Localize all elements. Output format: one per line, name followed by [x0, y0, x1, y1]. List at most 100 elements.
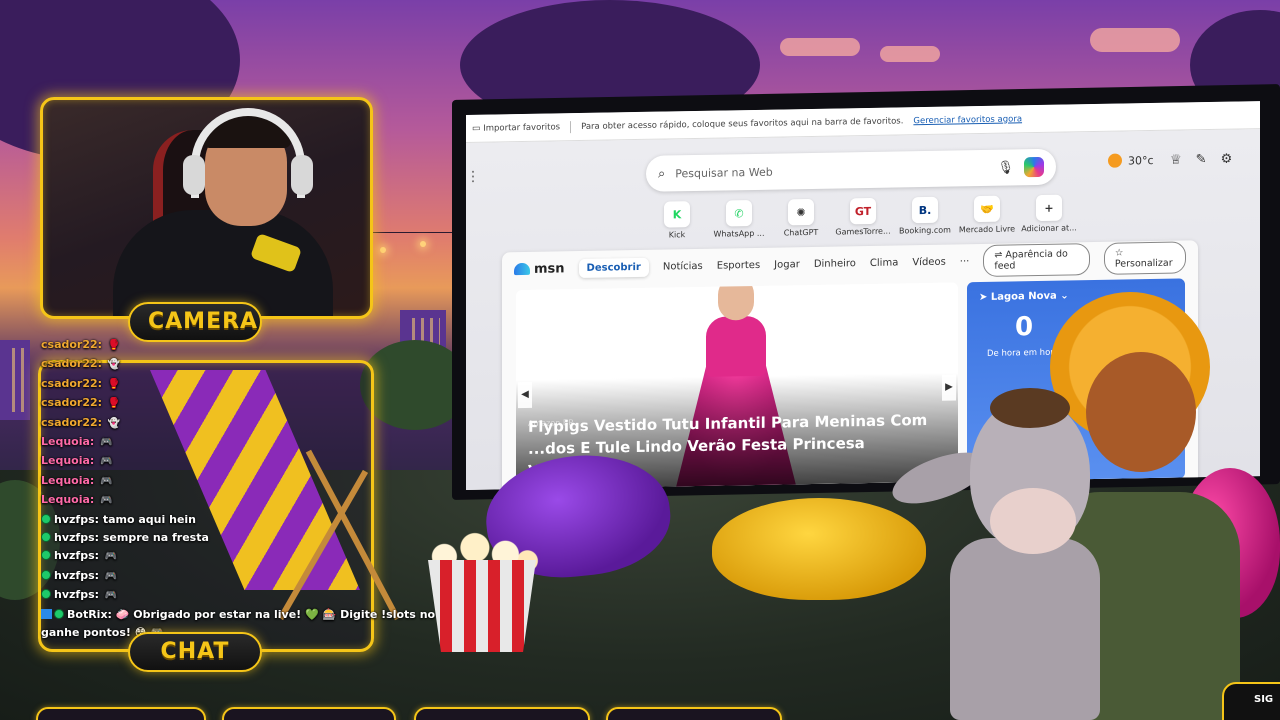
weather-widget[interactable]: 30°c — [1108, 153, 1154, 168]
subscriber-badge-icon — [41, 513, 51, 524]
location-arrow-icon: ➤ — [979, 291, 988, 304]
edit-icon[interactable]: ✎ — [1196, 152, 1207, 167]
web-search-box[interactable]: ⌕ Pesquisar na Web 🎙 — [646, 148, 1056, 192]
chat-message: hvzfps: tamo aqui hein — [41, 511, 461, 529]
tab-jogar[interactable]: Jogar — [774, 259, 800, 270]
chat-username[interactable]: Lequoia: — [41, 435, 94, 448]
chat-username[interactable]: hvzfps: — [54, 569, 99, 582]
manage-favorites-link[interactable]: Gerenciar favoritos agora — [913, 114, 1022, 126]
chat-username[interactable]: hvzfps: — [54, 549, 99, 562]
quick-link-icon: + — [1036, 194, 1062, 222]
microphone-icon[interactable]: 🎙 — [997, 160, 1014, 175]
chat-username[interactable]: hvzfps: — [54, 513, 99, 526]
chat-username[interactable]: Lequoia: — [41, 493, 94, 506]
subscriber-badge-icon — [41, 569, 51, 580]
chat-username[interactable]: csador22: — [41, 416, 102, 429]
copilot-icon[interactable] — [1024, 156, 1044, 178]
bot-badge-icon — [41, 608, 52, 619]
search-icon: ⌕ — [658, 166, 666, 182]
msn-logo[interactable]: msn — [514, 261, 565, 277]
tab-noticias[interactable]: Notícias — [663, 260, 703, 272]
chat-username[interactable]: Lequoia: — [41, 474, 94, 487]
quick-link-label: WhatsApp ... — [713, 228, 765, 239]
subscriber-badge-icon — [41, 550, 51, 561]
tab-esportes[interactable]: Esportes — [717, 259, 760, 271]
chat-username[interactable]: csador22: — [41, 396, 102, 409]
sliders-icon: ⇌ — [994, 249, 1003, 261]
chat-message: BotRix: 🧼 Obrigado por estar na live! 💚 … — [41, 606, 477, 624]
chat-message: hvzfps: sempre na fresta — [41, 529, 461, 547]
chat-username[interactable]: hvzfps: — [54, 531, 99, 544]
chat-username[interactable]: csador22: — [41, 338, 102, 351]
tab-clima[interactable]: Clima — [870, 257, 898, 268]
headset-cup — [183, 155, 205, 195]
chat-messages: csador22: 🥊 csador22: 👻 csador22: 🥊 csador2… — [41, 336, 477, 643]
subscriber-badge-icon — [54, 608, 64, 619]
chat-emote-icon: 🥊 — [107, 378, 121, 390]
tab-descobrir[interactable]: Descobrir — [578, 257, 649, 278]
tab-dinheiro[interactable]: Dinheiro — [814, 258, 856, 270]
chat-emote-icon: 🎮 — [104, 590, 118, 602]
quick-link-tile[interactable]: K Kick — [646, 201, 708, 240]
chat-emote-icon: 🎮 — [104, 570, 118, 582]
feed-appearance-button[interactable]: ⇌ Aparência do feed — [983, 243, 1090, 277]
quick-link-label: Mercado Livre — [958, 224, 1016, 235]
corner-panel: SIG — [1222, 682, 1280, 720]
chat-message: Lequoia: 🎮 — [41, 491, 461, 510]
import-favorites-link[interactable]: ▭ Importar favoritos — [472, 122, 560, 134]
tab-videos[interactable]: Vídeos — [912, 256, 945, 268]
chat-emote-icon: 👻 — [107, 359, 121, 371]
chat-message: csador22: 👻 — [41, 355, 461, 374]
quick-link-icon: ✺ — [788, 198, 814, 226]
quick-link-tile[interactable]: 🤝 Mercado Livre — [956, 195, 1018, 234]
folder-icon: ▭ — [472, 123, 481, 134]
chat-username[interactable]: csador22: — [41, 357, 102, 370]
more-tabs-button[interactable]: ··· — [960, 256, 970, 267]
quick-link-label: Kick — [668, 230, 686, 240]
webcam-frame — [40, 97, 373, 319]
star-icon: ☆ — [1114, 247, 1124, 259]
chat-username[interactable]: BotRix: — [67, 608, 112, 621]
personalize-button[interactable]: ☆ Personalizar — [1103, 241, 1186, 275]
headset-icon — [191, 108, 305, 198]
corner-text: SIG — [1254, 694, 1274, 705]
search-input[interactable]: Pesquisar na Web — [675, 161, 987, 180]
chat-emote-icon: 🎮 — [104, 551, 118, 563]
quick-link-tile[interactable]: ✺ ChatGPT — [770, 198, 832, 238]
bottom-panel — [222, 707, 396, 720]
divider — [570, 120, 572, 133]
cloud — [880, 46, 940, 62]
quick-link-icon: GT — [850, 197, 876, 225]
carousel-prev-button[interactable]: ◀ — [518, 381, 532, 409]
bottom-panel — [606, 707, 782, 720]
chat-message: Lequoia: 🎮 — [41, 452, 461, 471]
cloud — [780, 38, 860, 56]
chat-message: csador22: 🥊 — [41, 375, 461, 394]
popcorn-bucket — [428, 560, 536, 652]
chat-username[interactable]: hvzfps: — [54, 588, 99, 601]
chat-message: csador22: 🥊 — [41, 336, 461, 355]
chat-message: csador22: 👻 — [41, 414, 461, 433]
chat-message: Lequoia: 🎮 — [41, 433, 461, 452]
quick-link-icon: K — [664, 201, 690, 228]
chat-emote-icon: 🎮 — [100, 495, 113, 507]
weather-temperature: 30°c — [1128, 153, 1154, 167]
chat-username[interactable]: Lequoia: — [41, 454, 94, 467]
settings-gear-icon[interactable]: ⚙ — [1221, 152, 1233, 167]
quick-link-label: Adicionar at... — [1021, 223, 1077, 234]
chat-label-plate: CHAT — [128, 632, 262, 672]
chat-message: hvzfps: 🎮 — [41, 547, 461, 566]
quick-link-tile[interactable]: GT GamesTorre... — [832, 197, 894, 237]
chat-emote-icon: 🥊 — [107, 398, 121, 410]
chat-emote-icon: 🥊 — [107, 340, 121, 351]
chat-emote-icon: 🎮 — [100, 437, 113, 449]
apps-grid-icon[interactable]: ⋮ — [466, 169, 480, 185]
chat-username[interactable]: csador22: — [41, 377, 102, 390]
rewards-icon[interactable]: ♕ — [1170, 153, 1182, 168]
chat-emote-icon: 🎮 — [100, 456, 113, 468]
quick-link-tile[interactable]: B. Booking.com — [894, 196, 956, 235]
chat-emote-icon: 🎮 — [100, 475, 113, 487]
quick-link-tile[interactable]: ✆ WhatsApp ... — [708, 200, 770, 239]
quick-link-tile[interactable]: + Adicionar at... — [1018, 194, 1080, 233]
quick-link-icon: B. — [912, 196, 938, 224]
